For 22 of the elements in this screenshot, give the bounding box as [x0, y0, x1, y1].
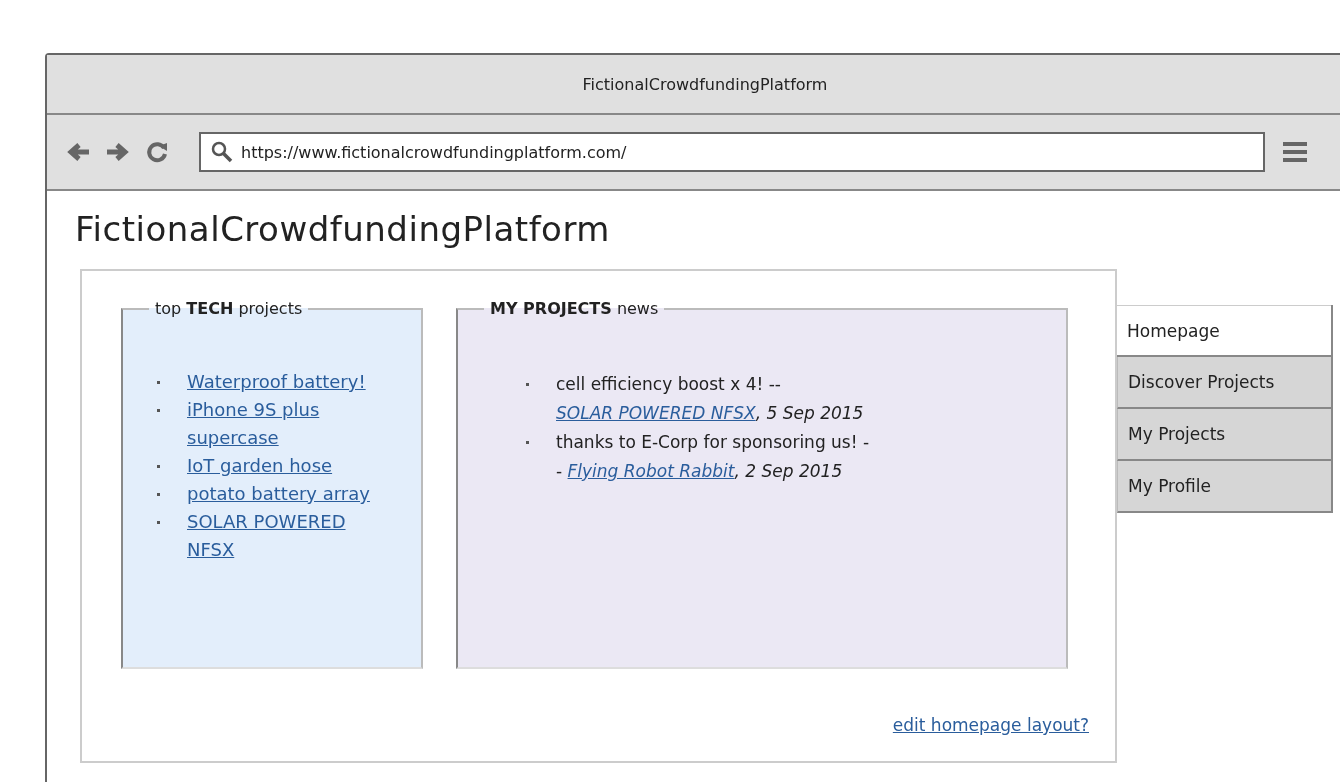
search-icon: [211, 141, 233, 163]
back-icon[interactable]: [65, 142, 91, 162]
reload-icon[interactable]: [145, 140, 169, 164]
project-link[interactable]: SOLAR POWERED NFSX: [556, 403, 756, 423]
project-link[interactable]: IoT garden hose: [187, 452, 333, 480]
project-link[interactable]: Waterproof battery!: [187, 368, 366, 396]
tab[interactable]: My Projects: [1117, 409, 1331, 461]
edit-layout-link[interactable]: edit homepage layout?: [892, 715, 1089, 735]
project-link[interactable]: iPhone 9S plus supercase: [187, 396, 377, 452]
address-bar[interactable]: https://www.fictionalcrowdfundingplatform.com/: [199, 132, 1265, 172]
project-link[interactable]: potato battery array: [187, 480, 370, 508]
panel-legend: top TECH projects: [149, 299, 309, 318]
menu-icon[interactable]: [1283, 141, 1307, 163]
window-title: FictionalCrowdfundingPlatform: [582, 74, 828, 94]
tab[interactable]: Homepage: [1117, 305, 1331, 357]
project-link[interactable]: Flying Robot Rabbit: [567, 461, 735, 481]
forward-icon[interactable]: [105, 142, 131, 162]
project-link[interactable]: SOLAR POWERED NFSX: [187, 508, 377, 564]
panel-legend: MY PROJECTS news: [484, 299, 665, 318]
tab[interactable]: My Profile: [1117, 461, 1331, 513]
page-title: FictionalCrowdfundingPlatform: [75, 209, 611, 249]
tab[interactable]: Discover Projects: [1117, 357, 1331, 409]
